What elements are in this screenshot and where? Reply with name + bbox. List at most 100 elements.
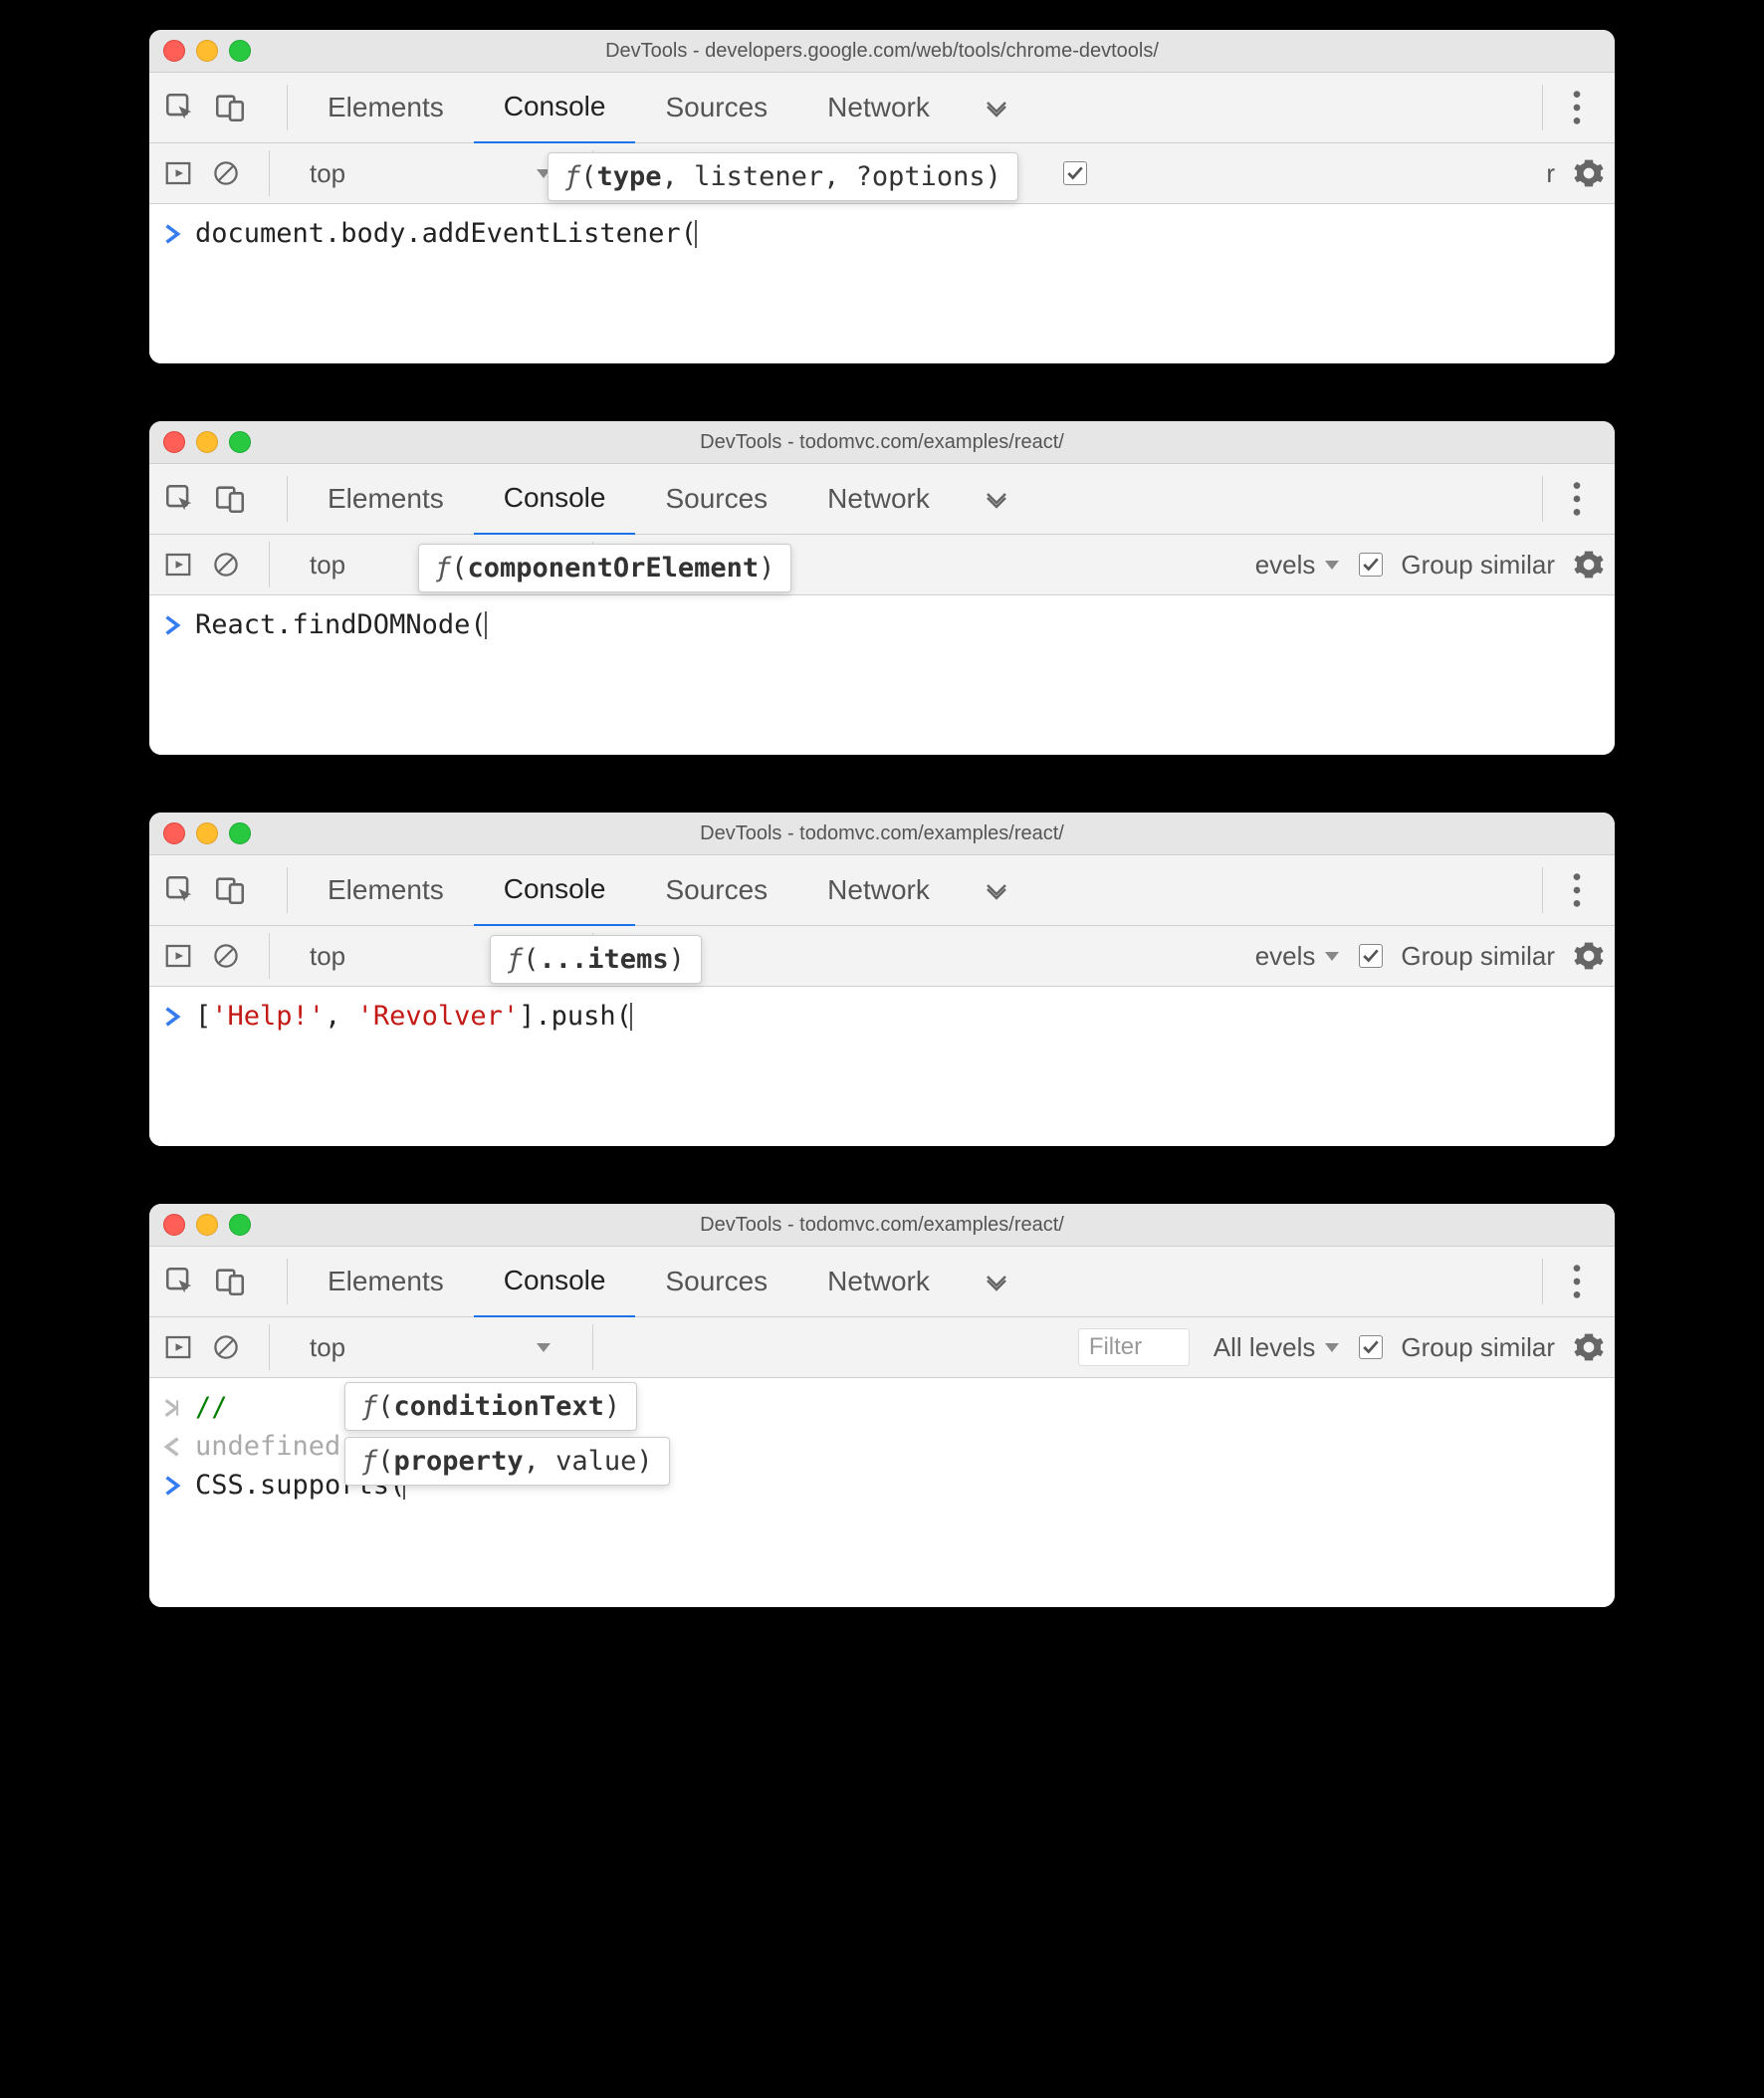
window-title: DevTools - todomvc.com/examples/react/: [700, 822, 1064, 845]
tab-elements[interactable]: Elements: [298, 464, 474, 534]
console-code: undefined: [195, 1431, 340, 1462]
levels-dropdown[interactable]: All levels: [1213, 1332, 1342, 1363]
divider: [269, 542, 270, 587]
settings-gear-icon[interactable]: [1573, 549, 1605, 581]
inspect-icon[interactable]: [163, 91, 197, 124]
close-icon[interactable]: [163, 431, 185, 453]
zoom-icon[interactable]: [229, 1214, 251, 1236]
filter-input[interactable]: Filter: [1078, 1328, 1190, 1366]
tab-sources[interactable]: Sources: [635, 73, 797, 142]
inspect-icon[interactable]: [163, 482, 197, 516]
console-prompt-line[interactable]: document.body.addEventListener(: [163, 214, 1601, 253]
console-prompt-line[interactable]: ['Help!', 'Revolver'].push(: [163, 997, 1601, 1036]
close-icon[interactable]: [163, 1214, 185, 1236]
group-similar-checkbox[interactable]: [1359, 944, 1383, 968]
minimize-icon[interactable]: [196, 40, 218, 62]
device-toggle-icon[interactable]: [213, 482, 247, 516]
tab-elements[interactable]: Elements: [298, 1247, 474, 1316]
tab-console[interactable]: Console: [474, 72, 636, 145]
console-input[interactable]: document.body.addEventListener(: [195, 218, 697, 249]
group-similar-checkbox[interactable]: [1359, 553, 1383, 577]
sidebar-toggle-icon[interactable]: [163, 550, 193, 580]
context-dropdown[interactable]: top: [298, 158, 564, 189]
context-dropdown[interactable]: top: [298, 1332, 564, 1363]
zoom-icon[interactable]: [229, 40, 251, 62]
traffic-lights: [163, 40, 251, 62]
console-input[interactable]: ['Help!', 'Revolver'].push(: [195, 1001, 632, 1032]
group-similar-checkbox[interactable]: [1063, 161, 1087, 185]
divider: [287, 1259, 288, 1304]
sidebar-toggle-icon[interactable]: [163, 1332, 193, 1362]
group-similar-label: Group similar: [1401, 550, 1555, 581]
console-toolbar: top evels Group similar: [149, 926, 1615, 987]
console-body[interactable]: ƒ(...items) ['Help!', 'Revolver'].push(: [149, 987, 1615, 1146]
inspect-icon[interactable]: [163, 873, 197, 907]
close-icon[interactable]: [163, 40, 185, 62]
console-input[interactable]: React.findDOMNode(: [195, 609, 487, 640]
console-body[interactable]: ƒ(componentOrElement) React.findDOMNode(: [149, 595, 1615, 755]
minimize-icon[interactable]: [196, 431, 218, 453]
sidebar-toggle-icon[interactable]: [163, 941, 193, 971]
device-toggle-icon[interactable]: [213, 1265, 247, 1298]
minimize-icon[interactable]: [196, 822, 218, 844]
prompt-chevron-icon: [163, 1006, 181, 1028]
zoom-icon[interactable]: [229, 431, 251, 453]
tab-sources[interactable]: Sources: [635, 855, 797, 925]
titlebar: DevTools - todomvc.com/examples/react/: [149, 1204, 1615, 1247]
console-body[interactable]: ƒ(conditionText)ƒ(property, value) //und…: [149, 1378, 1615, 1607]
device-toggle-icon[interactable]: [213, 91, 247, 124]
signature-tooltip-stack: ƒ(type, listener, ?options): [548, 152, 1018, 201]
group-similar-checkbox[interactable]: [1359, 1335, 1383, 1359]
tab-elements[interactable]: Elements: [298, 855, 474, 925]
tab-network[interactable]: Network: [797, 464, 960, 534]
settings-gear-icon[interactable]: [1573, 940, 1605, 972]
divider: [1542, 867, 1543, 913]
divider: [287, 867, 288, 913]
output-chevron-icon: [163, 1436, 181, 1458]
more-tabs-icon[interactable]: [980, 1272, 1013, 1291]
group-similar-label: Group similar: [1401, 1332, 1555, 1363]
settings-gear-icon[interactable]: [1573, 157, 1605, 189]
tab-console[interactable]: Console: [474, 854, 636, 928]
clear-console-icon[interactable]: [211, 550, 241, 580]
traffic-lights: [163, 431, 251, 453]
titlebar: DevTools - todomvc.com/examples/react/: [149, 813, 1615, 855]
minimize-icon[interactable]: [196, 1214, 218, 1236]
tab-network[interactable]: Network: [797, 855, 960, 925]
prompt-chevron-icon: [163, 1475, 181, 1497]
tab-network[interactable]: Network: [797, 1247, 960, 1316]
tabstrip: Elements Console Sources Network: [149, 1247, 1615, 1317]
clear-console-icon[interactable]: [211, 1332, 241, 1362]
tab-console[interactable]: Console: [474, 1246, 636, 1319]
window-title: DevTools - developers.google.com/web/too…: [605, 40, 1159, 63]
clear-console-icon[interactable]: [211, 941, 241, 971]
tab-elements[interactable]: Elements: [298, 73, 474, 142]
kebab-menu-icon[interactable]: [1553, 89, 1601, 126]
levels-dropdown[interactable]: evels: [1255, 550, 1342, 581]
tab-console[interactable]: Console: [474, 463, 636, 537]
tab-sources[interactable]: Sources: [635, 1247, 797, 1316]
more-tabs-icon[interactable]: [980, 98, 1013, 117]
console-prompt-line[interactable]: React.findDOMNode(: [163, 605, 1601, 644]
kebab-menu-icon[interactable]: [1553, 871, 1601, 909]
signature-tooltip: ƒ(type, listener, ?options): [548, 152, 1018, 201]
tab-sources[interactable]: Sources: [635, 464, 797, 534]
kebab-menu-icon[interactable]: [1553, 480, 1601, 518]
signature-tooltip: ƒ(conditionText): [344, 1382, 637, 1431]
kebab-menu-icon[interactable]: [1553, 1263, 1601, 1300]
devtools-window: DevTools - todomvc.com/examples/react/ E…: [149, 421, 1615, 755]
more-tabs-icon[interactable]: [980, 880, 1013, 900]
console-body[interactable]: ƒ(type, listener, ?options) document.bod…: [149, 204, 1615, 363]
zoom-icon[interactable]: [229, 822, 251, 844]
divider: [1542, 85, 1543, 130]
devtools-window: DevTools - developers.google.com/web/too…: [149, 30, 1615, 363]
inspect-icon[interactable]: [163, 1265, 197, 1298]
close-icon[interactable]: [163, 822, 185, 844]
device-toggle-icon[interactable]: [213, 873, 247, 907]
levels-dropdown[interactable]: evels: [1255, 941, 1342, 972]
sidebar-toggle-icon[interactable]: [163, 158, 193, 188]
settings-gear-icon[interactable]: [1573, 1331, 1605, 1363]
clear-console-icon[interactable]: [211, 158, 241, 188]
more-tabs-icon[interactable]: [980, 489, 1013, 509]
tab-network[interactable]: Network: [797, 73, 960, 142]
